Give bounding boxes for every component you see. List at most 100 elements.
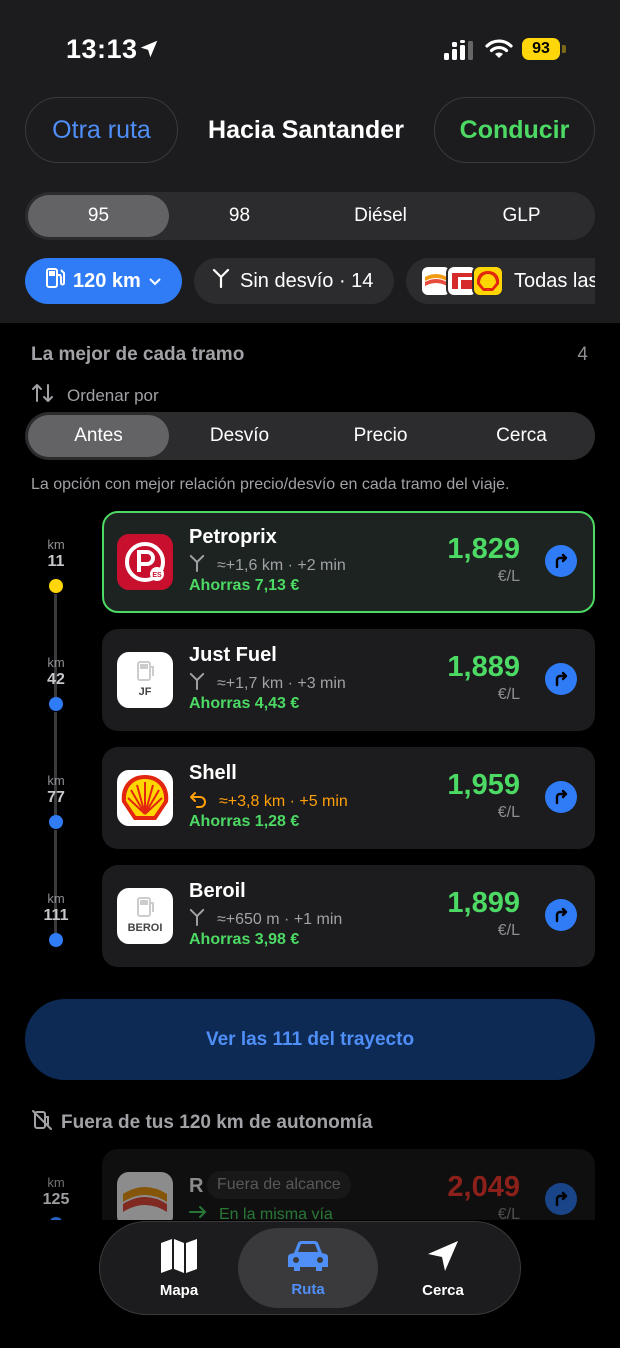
other-route-button[interactable]: Otra ruta bbox=[25, 97, 178, 163]
out-of-range-badge: Fuera de alcance bbox=[207, 1171, 351, 1199]
generic-pump-logo-icon: JF bbox=[117, 652, 173, 708]
timeline-dot bbox=[49, 697, 63, 711]
timeline-marker: km 11 bbox=[30, 537, 82, 593]
fork-icon bbox=[189, 554, 205, 577]
range-filter-chip[interactable]: 120 km bbox=[25, 258, 182, 304]
fuel-option-diesel[interactable]: Diésel bbox=[310, 195, 451, 237]
battery-level: 93 bbox=[522, 38, 560, 60]
battery-icon: 93 bbox=[522, 38, 566, 60]
station-km: 77 bbox=[47, 789, 65, 806]
same-road-note: En la misma vía bbox=[189, 1205, 333, 1220]
navigate-button[interactable] bbox=[545, 899, 577, 931]
tab-nearby[interactable]: Cerca bbox=[373, 1228, 513, 1308]
status-bar: 13:13 93 bbox=[0, 34, 620, 68]
drive-button[interactable]: Conducir bbox=[434, 97, 595, 163]
navigate-button[interactable] bbox=[545, 663, 577, 695]
station-savings: Ahorras 3,98 € bbox=[189, 931, 300, 948]
price-unit: €/L bbox=[497, 1206, 520, 1220]
out-of-range-title: Fuera de tus 120 km de autonomía bbox=[31, 1109, 372, 1137]
sort-arrows-icon bbox=[31, 383, 55, 408]
station-name: Beroil bbox=[189, 880, 246, 902]
station-card-beroil[interactable]: BEROI Beroil ≈+650 m · +1 min Ahorras 3,… bbox=[102, 865, 595, 967]
shell-logo-icon bbox=[472, 265, 504, 297]
fuel-pump-off-icon bbox=[31, 1109, 53, 1137]
location-arrow-icon bbox=[425, 1238, 461, 1278]
sort-label: Ordenar por bbox=[31, 383, 159, 408]
station-name: Just Fuel bbox=[189, 644, 277, 666]
timeline-dot bbox=[49, 579, 63, 593]
fuel-option-95[interactable]: 95 bbox=[28, 195, 169, 237]
fork-icon bbox=[212, 268, 230, 294]
detour-filter-chip[interactable]: Sin desvío · 14 bbox=[194, 258, 394, 304]
station-price: 1,899 bbox=[447, 887, 520, 919]
station-km: 125 bbox=[42, 1191, 70, 1208]
view-all-stations-button[interactable]: Ver las 111 del trayecto bbox=[25, 999, 595, 1080]
station-card-shell[interactable]: Shell ≈+3,8 km · +5 min Ahorras 1,28 € 1… bbox=[102, 747, 595, 849]
fuel-option-98[interactable]: 98 bbox=[169, 195, 310, 237]
sort-option-detour[interactable]: Desvío bbox=[169, 415, 310, 457]
station-price: 2,049 bbox=[447, 1171, 520, 1203]
fuel-type-selector: 95 98 Diésel GLP bbox=[25, 192, 595, 240]
station-savings: Ahorras 4,43 € bbox=[189, 695, 300, 712]
route-title: Hacia Santander bbox=[208, 115, 404, 144]
station-card-just-fuel[interactable]: JF Just Fuel ≈+1,7 km · +3 min Ahorras 4… bbox=[102, 629, 595, 731]
station-km: 42 bbox=[47, 671, 65, 688]
station-detour: ≈+650 m · +1 min bbox=[189, 908, 342, 931]
navigate-button[interactable] bbox=[545, 545, 577, 577]
arrow-right-icon bbox=[189, 1205, 207, 1220]
brands-filter-chip[interactable]: Todas las bbox=[406, 258, 595, 304]
station-name: Shell bbox=[189, 762, 237, 784]
status-time: 13:13 bbox=[66, 34, 138, 64]
station-name: R bbox=[189, 1175, 204, 1197]
station-price: 1,959 bbox=[447, 769, 520, 801]
sort-option-price[interactable]: Precio bbox=[310, 415, 451, 457]
out-of-range-list: km 125 R Fuera de alcance En la misma ví… bbox=[0, 1140, 620, 1220]
map-icon bbox=[159, 1238, 199, 1278]
price-unit: €/L bbox=[497, 922, 520, 939]
svg-text:ES: ES bbox=[152, 572, 162, 579]
price-unit: €/L bbox=[497, 804, 520, 821]
timeline-dot bbox=[49, 815, 63, 829]
section-count: 4 bbox=[577, 344, 588, 365]
fuel-pump-icon bbox=[45, 267, 65, 295]
station-price: 1,829 bbox=[447, 533, 520, 565]
station-km: 11 bbox=[47, 553, 65, 570]
timeline-dot bbox=[49, 1217, 63, 1220]
chevron-down-icon bbox=[149, 270, 161, 293]
wifi-icon bbox=[485, 38, 513, 65]
station-card-repsol[interactable]: R Fuera de alcance En la misma vía 2,049… bbox=[102, 1149, 595, 1220]
sort-option-before[interactable]: Antes bbox=[28, 415, 169, 457]
u-turn-icon bbox=[189, 790, 207, 813]
station-savings: Ahorras 7,13 € bbox=[189, 577, 300, 594]
navigate-button[interactable] bbox=[545, 781, 577, 813]
price-unit: €/L bbox=[497, 686, 520, 703]
timeline-marker: km 111 bbox=[30, 891, 82, 947]
timeline-dot bbox=[49, 933, 63, 947]
tab-map[interactable]: Mapa bbox=[109, 1228, 249, 1308]
range-value: 120 km bbox=[73, 269, 141, 292]
timeline-marker: km 125 bbox=[30, 1175, 82, 1220]
section-title: La mejor de cada tramo bbox=[31, 344, 245, 365]
fork-icon bbox=[189, 908, 205, 931]
timeline-marker: km 77 bbox=[30, 773, 82, 829]
station-savings: Ahorras 1,28 € bbox=[189, 813, 300, 830]
station-km: 111 bbox=[43, 907, 69, 924]
generic-pump-logo-icon: BEROI bbox=[117, 888, 173, 944]
fuel-option-glp[interactable]: GLP bbox=[451, 195, 592, 237]
navigate-button[interactable] bbox=[545, 1183, 577, 1215]
tab-bar: Mapa Ruta Cerca bbox=[99, 1221, 521, 1315]
sort-option-near[interactable]: Cerca bbox=[451, 415, 592, 457]
fork-icon bbox=[189, 672, 205, 695]
car-icon bbox=[286, 1239, 330, 1277]
station-card-petroprix[interactable]: ES Petroprix ≈+1,6 km · +2 min Ahorras 7… bbox=[102, 511, 595, 613]
shell-logo-icon bbox=[117, 770, 173, 826]
top-panel: 13:13 93 Otra ruta Hacia Santander Condu… bbox=[0, 0, 620, 323]
timeline-marker: km 42 bbox=[30, 655, 82, 711]
filter-chips: 120 km Sin desvío · 14 Todas las bbox=[25, 258, 595, 304]
section-description: La opción con mejor relación precio/desv… bbox=[31, 476, 510, 493]
tab-route[interactable]: Ruta bbox=[238, 1228, 378, 1308]
station-detour: ≈+3,8 km · +5 min bbox=[189, 790, 348, 813]
location-arrow-icon bbox=[138, 38, 160, 65]
petroprix-logo-icon: ES bbox=[117, 534, 173, 590]
sort-selector: Antes Desvío Precio Cerca bbox=[25, 412, 595, 460]
